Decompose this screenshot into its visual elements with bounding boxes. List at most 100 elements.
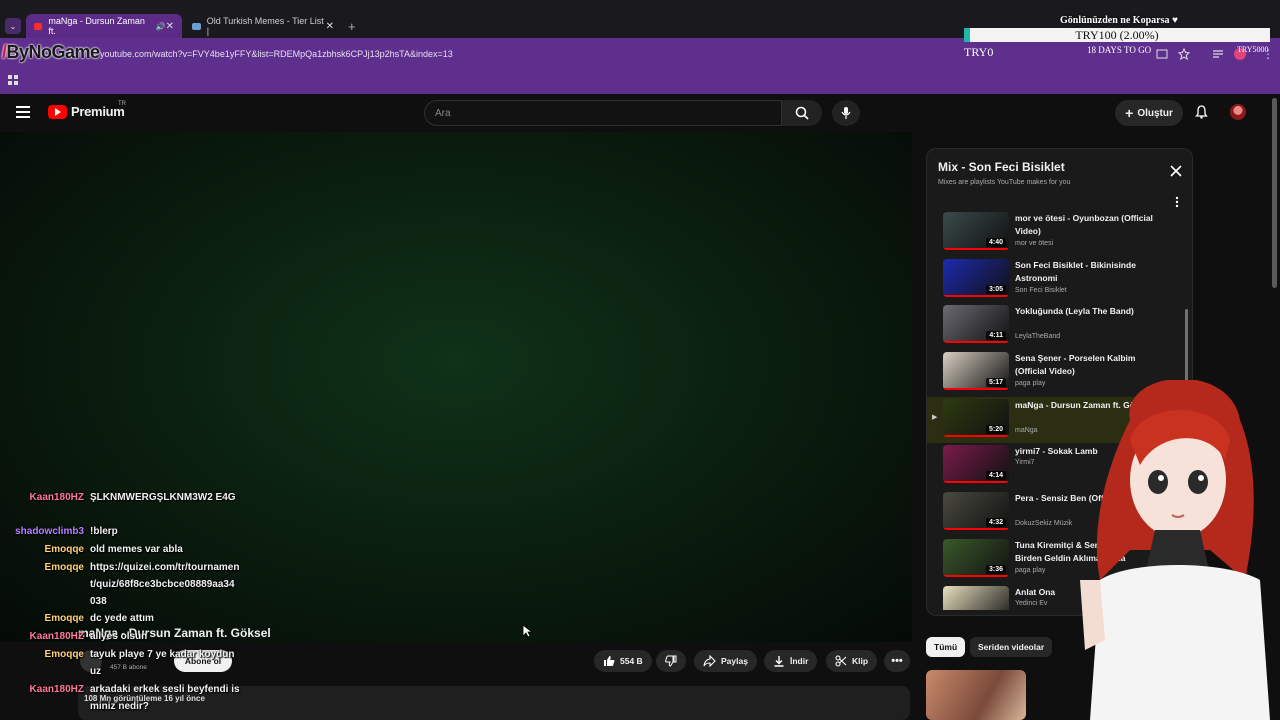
- playlist-thumbnail[interactable]: 3:35: [943, 585, 1009, 610]
- watched-progress-bar: [943, 294, 1009, 297]
- chip-series-videos[interactable]: Seriden videolar: [970, 637, 1053, 657]
- close-icon[interactable]: [1170, 165, 1182, 177]
- tab-manga[interactable]: maNga - Dursun Zaman ft. 🔊 ✕: [26, 14, 182, 38]
- view-count-date: 108 Mn görüntüleme 16 yıl önce: [84, 694, 205, 703]
- bynogame-logo: /ByNoGame: [2, 42, 100, 62]
- playlist-thumbnail[interactable]: 3:05: [943, 258, 1009, 297]
- duration-badge: 4:40: [985, 238, 1006, 247]
- description-box[interactable]: [78, 686, 910, 720]
- donation-amount: TRY100 (2.00%): [1075, 28, 1159, 42]
- watched-progress-bar: [943, 481, 1009, 484]
- video-title: maNga - Dursun Zaman ft. Göksel: [78, 626, 271, 640]
- tab-old-turkish-memes[interactable]: Old Turkish Memes - Tier List | ✕: [184, 14, 342, 38]
- recommended-thumbnail[interactable]: [926, 670, 1026, 720]
- channel-avatar[interactable]: [80, 650, 102, 672]
- playlist-subtitle: Mixes are playlists YouTube makes for yo…: [938, 179, 1071, 186]
- duration-badge: 3:05: [985, 284, 1006, 294]
- watched-progress-bar: [943, 388, 1009, 391]
- watched-progress-bar: [943, 341, 1009, 344]
- playlist-thumbnail[interactable]: 3:36: [943, 538, 1009, 577]
- tab-close-icon[interactable]: ✕: [326, 21, 334, 32]
- more-actions-button[interactable]: •••: [884, 650, 910, 672]
- microphone-icon: [841, 107, 851, 119]
- playlist-thumbnail[interactable]: 4:11: [943, 305, 1009, 344]
- playlist-item-channel: Yedinci Ev: [1015, 599, 1048, 607]
- like-count: 554 B: [620, 656, 643, 666]
- more-vertical-icon[interactable]: [1171, 195, 1183, 209]
- speaker-icon[interactable]: 🔊: [156, 22, 166, 31]
- screen: ⌄ maNga - Dursun Zaman ft. 🔊 ✕ Old Turki…: [0, 0, 1280, 720]
- tab-close-icon[interactable]: ✕: [166, 21, 174, 32]
- account-avatar[interactable]: [1230, 104, 1246, 120]
- duration-badge: 4:32: [985, 518, 1006, 528]
- playlist-item-title[interactable]: Yokluğunda (Leyla The Band): [1015, 305, 1165, 318]
- playlist-thumbnail[interactable]: 4:14: [943, 445, 1009, 484]
- playlist-thumbnail[interactable]: 5:20: [943, 398, 1009, 437]
- download-label: İndir: [790, 656, 809, 666]
- thumbs-down-icon: [665, 655, 677, 667]
- url-field[interactable]: youtube.com/watch?v=FVY4be1yFFY&list=RDE…: [100, 49, 453, 59]
- playlist-item[interactable]: 4:40 mor ve ötesi - Oyunbozan (Official V…: [927, 210, 1192, 257]
- download-button[interactable]: İndir: [764, 650, 818, 672]
- share-label: Paylaş: [721, 656, 748, 666]
- menu-hamburger-icon[interactable]: [16, 106, 30, 118]
- notifications-bell-icon[interactable]: [1192, 103, 1210, 121]
- playlist-item-title[interactable]: Son Feci Bisiklet - Bikinisinde Astronom…: [1015, 259, 1165, 285]
- playlist-thumbnail[interactable]: 4:32: [943, 492, 1009, 531]
- search-button[interactable]: [782, 100, 822, 126]
- youtube-header: Premium TR Ara + Oluştur: [0, 94, 1280, 132]
- playlist-thumbnail[interactable]: 4:40: [943, 212, 1009, 250]
- share-button[interactable]: Paylaş: [694, 650, 757, 672]
- chip-all[interactable]: Tümü: [926, 637, 966, 657]
- youtube-premium-logo[interactable]: Premium TR: [48, 101, 126, 119]
- reading-list-icon[interactable]: [1212, 49, 1224, 59]
- clip-button[interactable]: Klip: [826, 650, 878, 672]
- playlist-item[interactable]: 3:05 Son Feci Bisiklet - Bikinisinde Astr…: [927, 257, 1192, 304]
- search-input[interactable]: Ara: [424, 100, 782, 126]
- playlist-item-title[interactable]: mor ve ötesi - Oyunbozan (Official Video…: [1015, 212, 1165, 238]
- tab-manga-label: maNga - Dursun Zaman ft.: [48, 16, 145, 36]
- playlist-item-channel: Son Feci Bisiklet: [1015, 286, 1067, 294]
- playlist-item-channel: paga play: [1015, 566, 1046, 574]
- apps-grid-icon[interactable]: [8, 75, 19, 86]
- watched-progress-bar: [943, 248, 1009, 250]
- watched-progress-bar: [943, 574, 1009, 577]
- new-tab-plus-icon[interactable]: +: [348, 19, 356, 34]
- subscribe-button[interactable]: Abone ol: [174, 650, 232, 672]
- video-player[interactable]: [0, 132, 912, 642]
- tab-list-chevron-icon[interactable]: ⌄: [5, 18, 21, 34]
- donation-title: Gönlünüzden ne Koparsa ♥: [1060, 15, 1178, 26]
- playlist-thumbnail[interactable]: 5:17: [943, 352, 1009, 391]
- vtuber-avatar-image: [1080, 380, 1270, 720]
- voice-search-button[interactable]: [832, 100, 860, 126]
- playlist-item[interactable]: 4:11 Yokluğunda (Leyla The Band) LeylaTheB…: [927, 303, 1192, 350]
- install-app-icon[interactable]: [1156, 49, 1168, 59]
- youtube-favicon-icon: [34, 22, 43, 30]
- like-button[interactable]: 554 B: [594, 650, 652, 672]
- duration-badge: 4:11: [986, 331, 1006, 341]
- scissors-icon: [835, 655, 847, 667]
- playlist-item-title[interactable]: Sena Şener - Porselen Kalbim (Official V…: [1015, 352, 1165, 378]
- chat-username: Kaan180HZ: [29, 684, 84, 695]
- donation-start: TRY0: [964, 45, 994, 59]
- donation-progress-bar: TRY100 (2.00%): [964, 28, 1270, 42]
- donation-days-left: 18 DAYS TO GO: [1087, 45, 1152, 55]
- tab-memes-label: Old Turkish Memes - Tier List |: [206, 16, 324, 36]
- mouse-cursor-icon: [522, 624, 532, 638]
- dislike-button[interactable]: [656, 650, 686, 672]
- share-arrow-icon: [703, 655, 716, 667]
- donation-goal: TRY5000: [1237, 45, 1269, 54]
- bookmark-star-icon[interactable]: [1178, 48, 1190, 60]
- thumbs-up-icon: [604, 656, 615, 666]
- page-scrollbar[interactable]: [1272, 98, 1277, 288]
- now-playing-icon: ▶: [932, 413, 938, 421]
- search-icon: [795, 106, 809, 120]
- playlist-item-channel: LeylaTheBand: [1015, 333, 1061, 341]
- create-button[interactable]: + Oluştur: [1115, 100, 1183, 126]
- youtube-play-icon: [48, 104, 67, 119]
- playlist-item-channel: maNga: [1015, 426, 1038, 434]
- duration-badge: 4:14: [985, 471, 1006, 481]
- subscriber-count: 457 B abone: [110, 664, 147, 671]
- duration-badge: 5:17: [985, 378, 1006, 388]
- playlist-item-channel: Yirmi7: [1015, 459, 1035, 467]
